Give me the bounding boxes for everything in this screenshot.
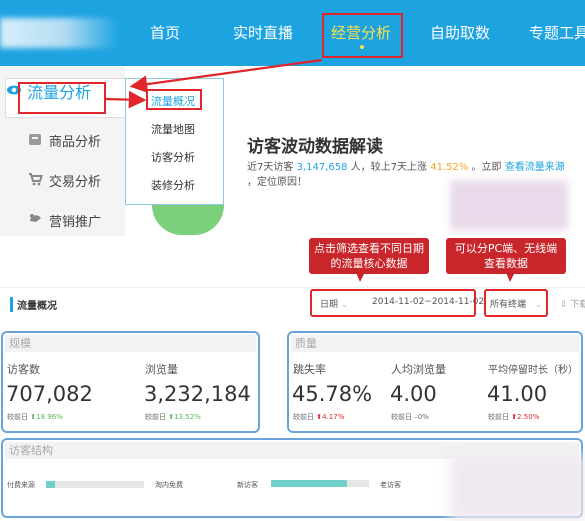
cart-icon [27, 172, 43, 188]
sidebar-item-product[interactable]: 商品分析 [0, 120, 125, 160]
desc-text: 近7天访客 [247, 162, 294, 173]
structure-bar-paid [46, 481, 144, 488]
product-icon [27, 132, 43, 148]
panel-title: 规模 [5, 335, 256, 352]
bar-fill [46, 481, 55, 488]
chevron-down-icon: ⌄ [534, 300, 543, 310]
structure-label-paid: 付费来源 [7, 481, 35, 489]
section-title: 流量概况 [10, 297, 57, 312]
compare-value: 0% [417, 413, 429, 421]
page-title: 访客波动数据解读 [247, 137, 383, 157]
nav-highlight-box [322, 13, 403, 58]
compare-value: 4.17% [322, 413, 345, 421]
sidebar-item-label: 营销推广 [49, 215, 102, 230]
metric-value-bounce: 45.78% [292, 382, 373, 406]
logo [0, 18, 118, 48]
metric-value-pageviews: 3,232,184 [144, 382, 251, 406]
blurred-area [450, 180, 568, 230]
download-button[interactable]: ⇩ 下载 [560, 297, 585, 310]
structure-label-new: 新访客 [237, 481, 258, 489]
sidebar-item-trade[interactable]: 交易分析 [0, 160, 125, 200]
metric-compare-avg-stay: 较前日 ⬆2.50% [488, 412, 539, 422]
bar-fill [271, 480, 347, 487]
metric-compare-pageviews: 较前日 ⬆13.52% [145, 412, 201, 422]
structure-label-free: 淘内免费 [155, 481, 183, 489]
metric-value-avg-pageviews: 4.00 [390, 382, 437, 406]
nav-tools[interactable]: 专题工具 [529, 22, 585, 43]
submenu-item-traffic-map[interactable]: 流量地图 [151, 121, 195, 137]
submenu-item-decoration-analysis[interactable]: 装修分析 [151, 177, 195, 193]
metric-label-pageviews: 浏览量 [145, 363, 178, 376]
compare-value: 2.50% [517, 413, 540, 421]
download-label: 下载 [570, 300, 585, 310]
desc-text: 人，较上7天上涨 [350, 162, 428, 173]
submenu-item-visitor-analysis[interactable]: 访客分析 [151, 149, 195, 165]
compare-value: 18.96% [36, 413, 63, 421]
metric-compare-visitors: 较前日 ⬆18.96% [7, 412, 63, 422]
nav-self-service[interactable]: 自助取数 [430, 22, 490, 43]
date-filter-callout: 点击筛选查看不同日期的流量核心数据 [309, 238, 429, 274]
nav-home[interactable]: 首页 [150, 22, 180, 43]
submenu-highlight-box [146, 89, 202, 110]
compare-label: 较前日 [145, 413, 166, 421]
metric-value-visitors: 707,082 [6, 382, 93, 406]
metric-label-avg-stay: 平均停留时长（秒） [488, 365, 578, 376]
nav-active-indicator [360, 45, 364, 49]
metric-compare-bounce: 较前日 ⬆4.17% [293, 412, 344, 422]
traffic-source-link[interactable]: 查看流量来源 [505, 162, 565, 173]
rise-percent: 41.52% [430, 162, 469, 173]
metric-label-visitors: 访客数 [7, 363, 40, 376]
sidebar-item-label: 商品分析 [49, 135, 102, 150]
metric-compare-avg-pageviews: 较前日 –0% [391, 412, 429, 422]
date-range[interactable]: 2014-11-02~2014-11-02 [372, 297, 484, 307]
date-label: 日期 ⌄ [320, 297, 348, 310]
structure-label-returning: 老访客 [380, 481, 401, 489]
desc-text: ，定位原因！ [247, 177, 307, 188]
download-icon: ⇩ [560, 300, 571, 310]
metric-label-avg-pageviews: 人均浏览量 [391, 363, 446, 376]
compare-label: 较前日 [391, 413, 412, 421]
sidebar-highlight-box [18, 82, 106, 114]
visitor-count: 3,147,658 [296, 162, 348, 173]
marketing-icon [27, 212, 43, 228]
metric-label-bounce: 跳失率 [293, 363, 326, 376]
blurred-area [450, 455, 585, 521]
compare-label: 较前日 [293, 413, 314, 421]
terminal-label: 所有终端 ⌄ [490, 297, 542, 310]
compare-label: 较前日 [488, 413, 509, 421]
structure-bar-new [271, 480, 369, 487]
metric-value-avg-stay: 41.00 [487, 382, 548, 406]
chevron-down-icon: ⌄ [340, 300, 349, 310]
sidebar-item-label: 交易分析 [49, 175, 102, 190]
compare-value: 13.52% [174, 413, 201, 421]
date-label-text: 日期 [320, 300, 339, 310]
sidebar-item-marketing[interactable]: 营销推广 [0, 200, 125, 240]
desc-text: 。立即 [471, 162, 502, 173]
compare-label: 较前日 [7, 413, 28, 421]
decorative-circle [152, 205, 224, 235]
terminal-value: 所有终端 [490, 300, 527, 310]
nav-live[interactable]: 实时直播 [233, 22, 293, 43]
terminal-filter-callout: 可以分PC端、无线端查看数据 [446, 238, 566, 274]
panel-title: 质量 [291, 335, 579, 352]
